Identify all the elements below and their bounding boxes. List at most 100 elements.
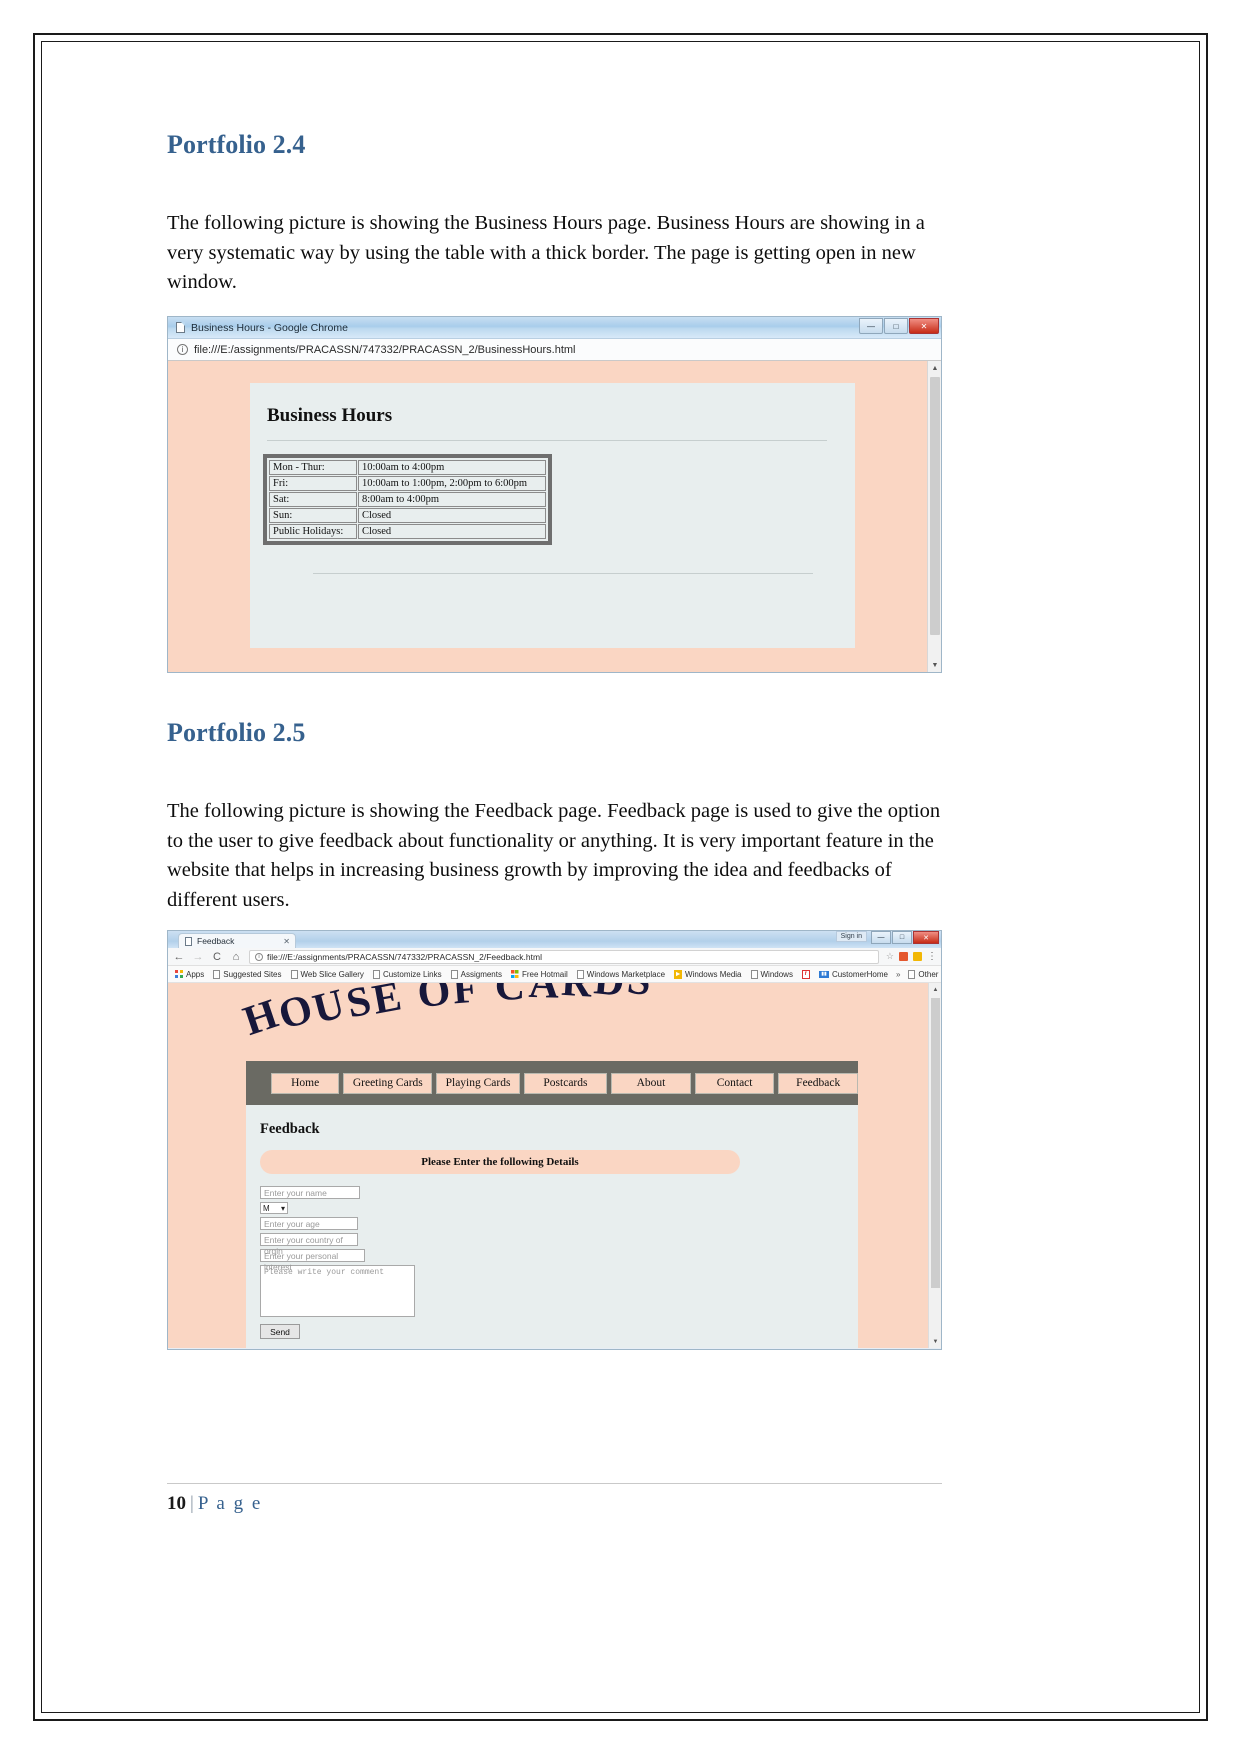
- maximize-button[interactable]: □: [884, 318, 908, 334]
- customer-icon: ▮▮: [818, 970, 829, 978]
- bookmark-label: Windows: [760, 969, 793, 979]
- comment-textarea[interactable]: Please write your comment: [260, 1265, 415, 1317]
- bookmark-item-windows-marketplace[interactable]: Windows Marketplace: [574, 969, 668, 979]
- bookmark-item-suggested-sites[interactable]: Suggested Sites: [210, 969, 284, 979]
- bookmark-label: Web Slice Gallery: [300, 969, 364, 979]
- close-icon[interactable]: ✕: [283, 937, 290, 946]
- windows-icon: [510, 970, 519, 978]
- tab-feedback[interactable]: Feedback ✕: [178, 933, 296, 948]
- apps-grid-icon: [175, 970, 183, 978]
- maximize-button[interactable]: □: [892, 931, 912, 944]
- back-arrow-icon[interactable]: ←: [173, 951, 185, 963]
- nav-item-postcards[interactable]: Postcards: [523, 1072, 608, 1094]
- horizontal-rule-bottom: [313, 573, 813, 574]
- nav-item-greeting-cards[interactable]: Greeting Cards: [343, 1072, 433, 1094]
- age-field[interactable]: Enter your age: [260, 1217, 358, 1230]
- bookmark-item-free-hotmail[interactable]: Free Hotmail: [508, 970, 571, 979]
- navbar-right-actions: ☆ ⋮: [886, 951, 937, 962]
- extension-icon[interactable]: [899, 952, 908, 961]
- bookmark-item-apps[interactable]: Apps: [172, 970, 207, 979]
- section-portfolio-2-5: Portfolio 2.5: [167, 718, 942, 748]
- bookmark-item-red[interactable]: r: [799, 969, 813, 979]
- window-controls: — □ ✕: [859, 318, 939, 334]
- address-bar[interactable]: i file:///E:/assignments/PRACASSN/747332…: [249, 949, 879, 964]
- day-cell: Public Holidays:: [269, 524, 357, 539]
- page-document-icon: [176, 322, 185, 333]
- page-document-icon: [185, 936, 192, 946]
- bookmark-item-web-slice-gallery[interactable]: Web Slice Gallery: [288, 969, 367, 979]
- paragraph-portfolio-2-4: The following picture is showing the Bus…: [167, 209, 945, 298]
- chevron-down-icon: ▾: [280, 1203, 285, 1213]
- house-of-cards-site: HOUSE OF CARDS Home Greeting Cards Playi…: [168, 983, 928, 1348]
- home-icon[interactable]: ⌂: [230, 951, 242, 963]
- feedback-heading: Feedback: [260, 1121, 320, 1137]
- table-row: Sun: Closed: [269, 508, 546, 523]
- screenshot-business-hours-window: Business Hours - Google Chrome — □ ✕ i f…: [167, 316, 942, 673]
- send-button[interactable]: Send: [260, 1324, 300, 1339]
- scrollbar-thumb[interactable]: [930, 377, 940, 635]
- page-number: 10: [167, 1493, 186, 1514]
- browser-navigation-bar: ← → C ⌂ i file:///E:/assignments/PRACASS…: [168, 948, 941, 966]
- nav-item-home[interactable]: Home: [271, 1072, 340, 1094]
- bookmark-label: Apps: [186, 969, 205, 979]
- window-controls: Sign in — □ ✕: [835, 931, 939, 944]
- minimize-button[interactable]: —: [871, 931, 891, 944]
- footer: 10 | P a g e: [167, 1493, 262, 1515]
- forward-arrow-icon[interactable]: →: [192, 951, 204, 963]
- minimize-button[interactable]: —: [859, 318, 883, 334]
- chrome-menu-icon[interactable]: ⋮: [927, 951, 937, 962]
- name-field[interactable]: Enter your name: [260, 1186, 360, 1199]
- scroll-down-arrow-icon[interactable]: ▼: [928, 658, 941, 672]
- gender-select-value: M: [263, 1203, 270, 1213]
- scroll-up-arrow-icon[interactable]: ▲: [929, 983, 941, 996]
- bookmark-item-customerhome[interactable]: ▮▮ CustomerHome: [816, 970, 891, 979]
- close-button[interactable]: ✕: [909, 318, 939, 334]
- vertical-scrollbar[interactable]: ▲ ▼: [928, 983, 941, 1348]
- day-cell: Sat:: [269, 492, 357, 507]
- bookmark-item-windows-media[interactable]: ► Windows Media: [671, 969, 744, 979]
- bookmark-label: Windows Media: [685, 969, 742, 979]
- form-instruction-banner: Please Enter the following Details: [260, 1150, 740, 1174]
- scroll-up-arrow-icon[interactable]: ▲: [928, 361, 941, 375]
- other-bookmarks-folder[interactable]: Other bookmarks: [905, 969, 941, 979]
- paragraph-portfolio-2-5: The following picture is showing the Fee…: [167, 797, 945, 915]
- day-cell: Sun:: [269, 508, 357, 523]
- table-row: Sat: 8:00am to 4:00pm: [269, 492, 546, 507]
- bookmark-label: CustomerHome: [831, 969, 888, 979]
- nav-item-playing-cards[interactable]: Playing Cards: [436, 1072, 520, 1094]
- nav-item-about[interactable]: About: [611, 1072, 691, 1094]
- feedback-page-content: Feedback Please Enter the following Deta…: [246, 1105, 858, 1348]
- interest-field[interactable]: Enter your personal interest: [260, 1249, 365, 1272]
- folder-icon: [908, 969, 916, 979]
- bookmarks-overflow-icon[interactable]: »: [896, 970, 900, 979]
- scroll-down-arrow-icon[interactable]: ▼: [929, 1335, 941, 1348]
- scrollbar-thumb[interactable]: [931, 998, 940, 1288]
- bookmark-label: Windows Marketplace: [586, 969, 666, 979]
- site-info-icon[interactable]: i: [255, 952, 263, 961]
- hours-cell: Closed: [358, 524, 546, 539]
- bookmark-label: Suggested Sites: [223, 969, 282, 979]
- horizontal-rule-top: [267, 440, 827, 441]
- bookmark-star-icon[interactable]: ☆: [886, 951, 894, 962]
- extension-icon[interactable]: [913, 952, 922, 961]
- site-info-icon[interactable]: i: [177, 344, 188, 355]
- nav-item-feedback[interactable]: Feedback: [778, 1072, 859, 1094]
- bookmark-label: Customize Links: [382, 969, 442, 979]
- reload-icon[interactable]: C: [211, 951, 223, 963]
- address-bar[interactable]: i file:///E:/assignments/PRACASSN/747332…: [168, 339, 941, 361]
- nav-item-contact[interactable]: Contact: [694, 1072, 775, 1094]
- vertical-scrollbar[interactable]: ▲ ▼: [927, 361, 941, 672]
- gender-select[interactable]: M ▾: [260, 1202, 288, 1214]
- table-row: Public Holidays: Closed: [269, 524, 546, 539]
- address-bar-url: file:///E:/assignments/PRACASSN/747332/P…: [267, 951, 542, 962]
- close-button[interactable]: ✕: [913, 931, 939, 944]
- country-field[interactable]: Enter your country of orgin: [260, 1233, 358, 1256]
- tab-label: Feedback: [197, 936, 235, 946]
- bookmark-item-windows[interactable]: Windows: [748, 969, 796, 979]
- sign-in-button[interactable]: Sign in: [835, 931, 867, 942]
- bookmark-item-customize-links[interactable]: Customize Links: [370, 969, 445, 979]
- table-row: Mon - Thur: 10:00am to 4:00pm: [269, 460, 546, 475]
- bookmark-item-assigments[interactable]: Assigments: [448, 969, 505, 979]
- site-navigation: Home Greeting Cards Playing Cards Postca…: [246, 1061, 859, 1105]
- section-portfolio-2-4: Portfolio 2.4: [167, 130, 942, 160]
